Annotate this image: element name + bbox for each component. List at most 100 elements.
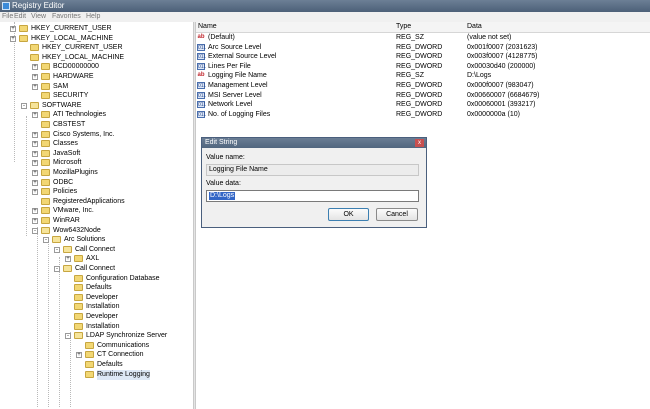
tree-node[interactable]: + SAM [32,82,194,92]
expand-icon[interactable]: + [10,35,16,42]
tree-node[interactable]: Developer [65,312,194,322]
tree-node[interactable]: Configuration Database [65,274,194,284]
tree-node-label: Defaults [97,361,123,368]
tree-node[interactable]: Defaults [76,360,194,370]
expand-icon[interactable]: + [32,131,38,138]
dword-value-icon: 011 [197,43,206,51]
ok-button[interactable]: OK [328,208,369,221]
tree-node[interactable]: Developer [65,293,194,303]
tree-node[interactable]: SECURITY [32,91,194,101]
tree-node[interactable]: Installation [65,302,194,312]
value-row[interactable]: 011 Network Level REG_DWORD 0x00060001 (393… [196,100,650,109]
tree-node[interactable]: + Classes [32,139,194,149]
tree-node[interactable]: + HKEY_LOCAL_MACHINE [10,34,180,44]
value-row[interactable]: 011 No. of Logging Files REG_DWORD 0x000000… [196,110,650,119]
folder-icon [63,245,72,253]
tree-node-label: Arc Solutions [64,236,106,244]
value-row[interactable]: 011 Management Level REG_DWORD 0x000f0007 (… [196,81,650,90]
folder-icon [19,25,28,32]
value-row[interactable]: 011 Lines Per File REG_DWORD 0x00030d40 (20… [196,62,650,71]
collapse-icon[interactable]: - [65,333,71,340]
dword-value-icon: 011 [197,110,206,118]
tree-node[interactable]: + ODBC [32,178,194,188]
value-type: REG_DWORD [396,62,443,70]
expand-icon[interactable]: + [32,112,38,119]
tree-node[interactable]: - LDAP Synchronize Server [65,331,194,341]
folder-icon [41,140,50,148]
expand-icon[interactable]: + [32,160,38,167]
folder-icon [19,34,28,42]
tree-node[interactable]: - Arc Solutions [43,235,194,245]
menu-view[interactable]: View [31,13,46,21]
tree-node-label: Call Connect [75,245,116,253]
tree-node[interactable]: Communications [76,341,194,351]
folder-icon [41,63,50,71]
tree-node[interactable]: + MozillaPlugins [32,168,194,178]
menu-file[interactable]: File [2,13,13,21]
key-tree[interactable]: + HKEY_CURRENT_USER + HKEY_LOCAL_MACHINE HKE… [0,22,194,409]
tree-node[interactable]: - Call Connect [54,264,194,274]
cancel-button[interactable]: Cancel [376,208,418,221]
tree-node[interactable]: HKEY_CURRENT_USER [21,43,191,53]
collapse-icon[interactable]: - [54,266,60,272]
tree-node[interactable]: Runtime Logging [76,369,194,380]
tree-node[interactable]: Installation [65,322,194,332]
expand-icon[interactable]: + [32,170,38,176]
tree-node[interactable]: Defaults [65,283,194,293]
expand-icon[interactable]: + [32,189,38,196]
tree-node[interactable]: + AXL [65,254,194,264]
menu-favorites[interactable]: Favorites [52,13,81,21]
tree-node[interactable]: + WinRAR [32,216,194,226]
tree-node[interactable]: + BCD00000000 [32,62,194,72]
expand-icon[interactable]: + [32,74,38,80]
tree-node[interactable]: + VMware, Inc. [32,206,194,216]
column-header-data[interactable]: Data [467,23,482,31]
column-header-type[interactable]: Type [396,23,411,31]
tree-node[interactable]: + ATI Technologies [32,110,194,120]
value-name: Management Level [208,82,268,89]
expand-icon[interactable]: + [32,141,38,148]
expand-icon[interactable]: + [32,218,38,224]
tree-node[interactable]: + Policies [32,187,194,197]
close-icon[interactable]: x [415,139,424,147]
value-type: REG_DWORD [396,101,443,109]
collapse-icon[interactable]: - [32,227,38,234]
tree-node[interactable]: + JavaSoft [32,149,194,159]
folder-icon [41,169,50,176]
tree-node[interactable]: + CT Connection [76,350,194,360]
tree-node[interactable]: RegisteredApplications [32,197,194,207]
tree-node[interactable]: + Microsoft [32,158,194,168]
tree-node[interactable]: + HARDWARE [32,72,194,82]
expand-icon[interactable]: + [32,208,38,215]
expand-icon[interactable]: + [32,64,38,71]
tree-node[interactable]: - SOFTWARE [21,101,191,111]
value-row[interactable]: ab (Default) REG_SZ (value not set) [196,33,650,42]
collapse-icon[interactable]: - [21,102,27,109]
tree-node[interactable]: + HKEY_CURRENT_USER [10,24,180,34]
tree-node[interactable]: CBSTEST [32,120,194,130]
value-row[interactable]: ab Logging File Name REG_SZ D:\Logs [196,71,650,80]
value-row[interactable]: 011 External Source Level REG_DWORD 0x003f0… [196,52,650,61]
folder-icon [74,284,83,292]
value-row[interactable]: 011 Arc Source Level REG_DWORD 0x001f0007 (… [196,43,650,52]
collapse-icon[interactable]: - [43,237,49,244]
tree-node[interactable]: HKEY_LOCAL_MACHINE [21,53,191,63]
menu-edit[interactable]: Edit [14,13,26,21]
expand-icon[interactable]: + [65,256,71,263]
dialog-title-bar[interactable]: Edit String x [202,138,426,148]
expand-icon[interactable]: + [10,26,16,32]
expand-icon[interactable]: + [32,179,38,186]
value-data-label: Value data: [206,180,241,187]
expand-icon[interactable]: + [32,83,38,90]
tree-node[interactable]: + Cisco Systems, Inc. [32,130,194,140]
value-row[interactable]: 011 MSI Server Level REG_DWORD 0x00660007 (… [196,91,650,100]
menu-help[interactable]: Help [86,13,100,21]
column-header-name[interactable]: Name [198,23,217,31]
expand-icon[interactable]: + [76,352,82,359]
tree-node[interactable]: - Call Connect [54,245,194,255]
expand-icon[interactable]: + [32,150,38,157]
value-type: REG_DWORD [396,53,443,61]
value-data-input[interactable]: D:\Logs [206,190,419,202]
collapse-icon[interactable]: - [54,246,60,253]
tree-node[interactable]: - Wow6432Node [32,226,194,236]
